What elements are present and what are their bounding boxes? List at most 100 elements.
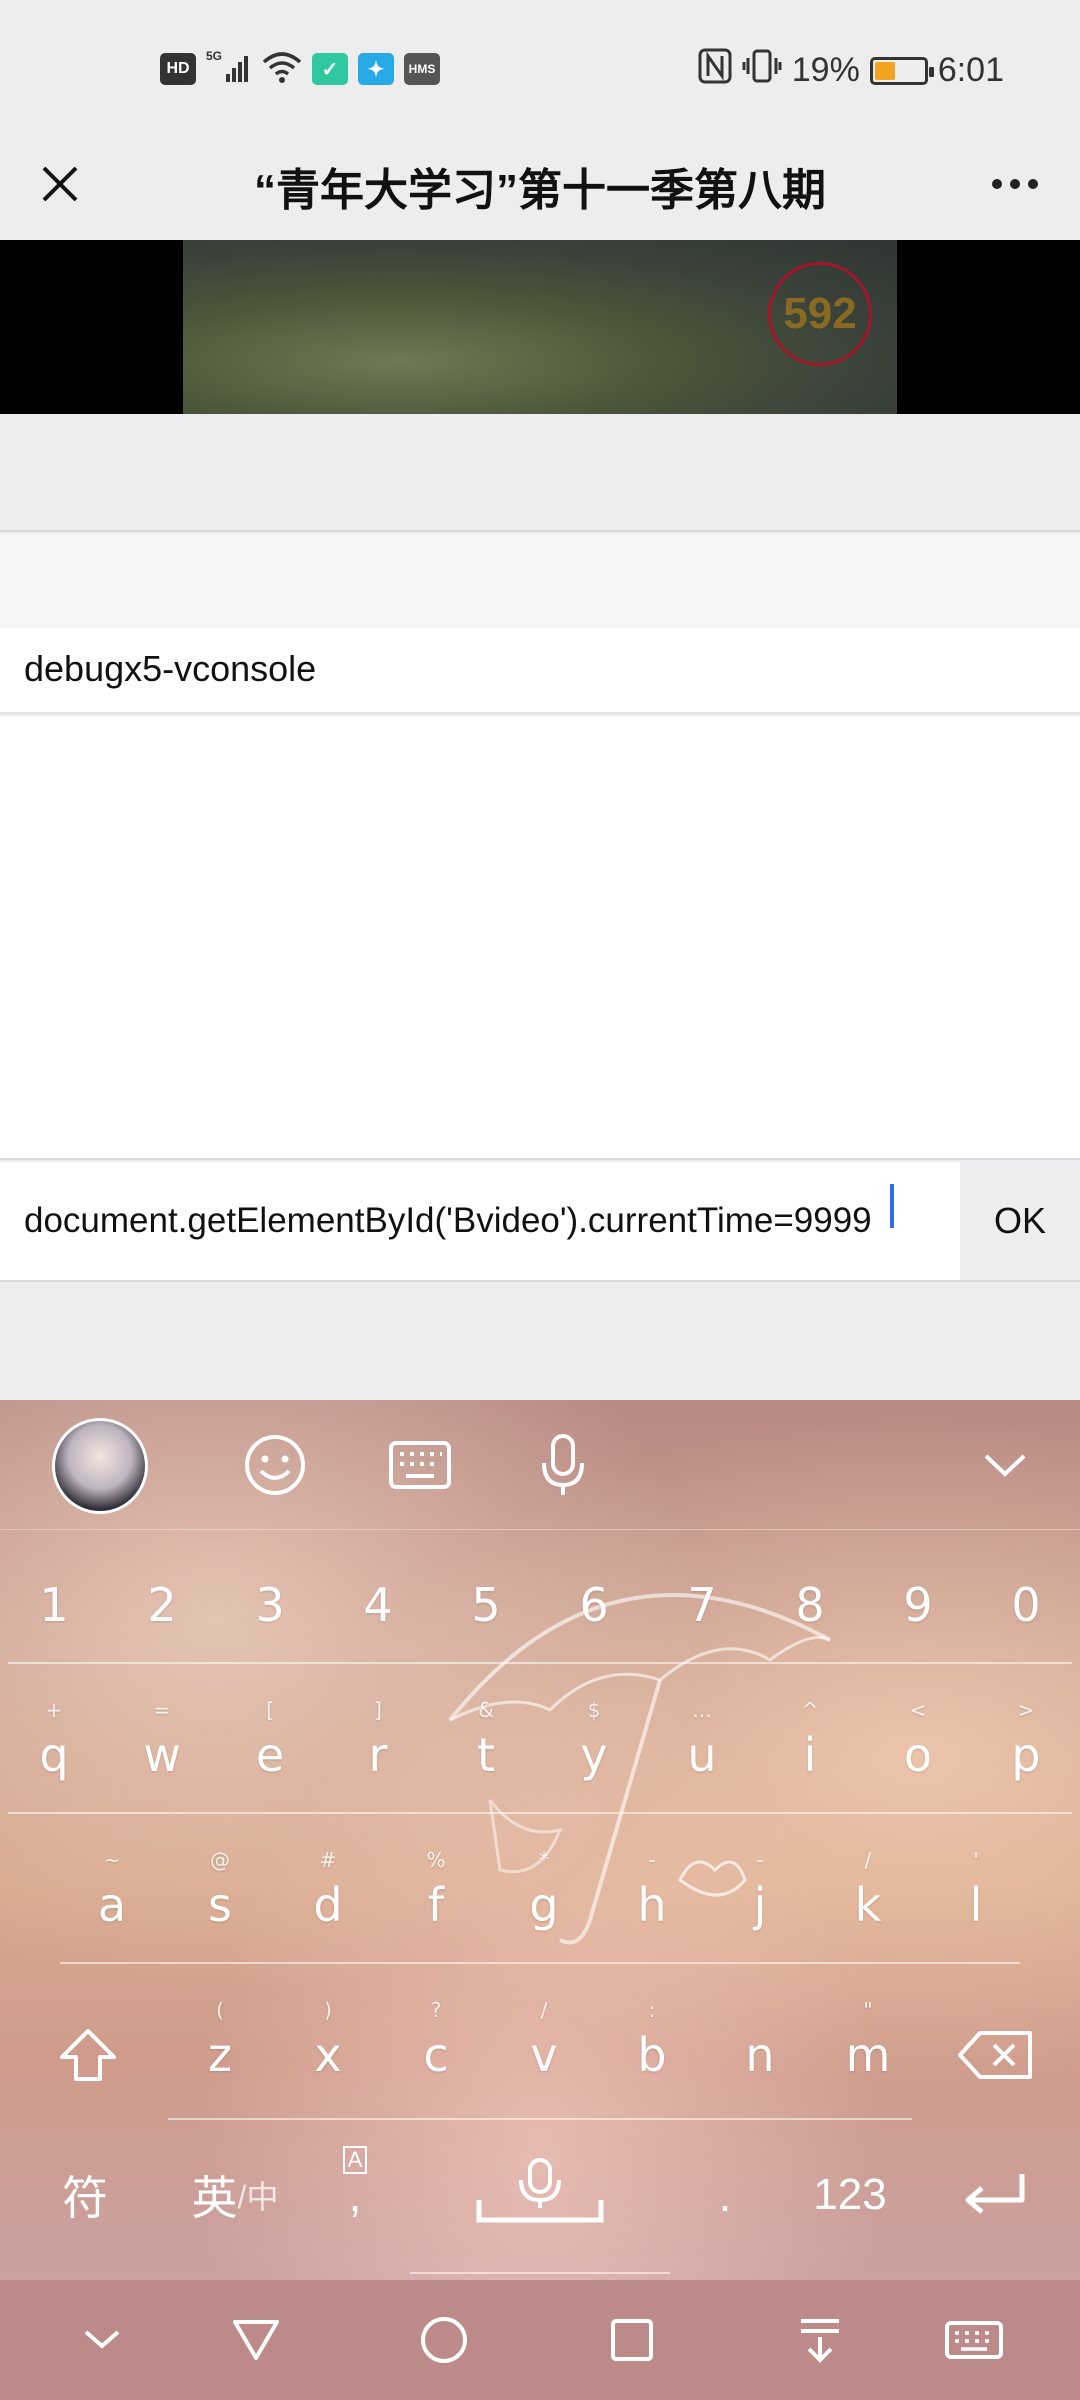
key-4[interactable]: 4	[324, 1530, 432, 1680]
microphone-icon[interactable]	[528, 1430, 598, 1500]
key-3[interactable]: 3	[216, 1530, 324, 1680]
key-l[interactable]: ' l	[922, 1830, 1030, 1980]
key-w[interactable]: = w	[108, 1680, 216, 1830]
row-divider	[410, 2272, 670, 2274]
key-8[interactable]: 8	[756, 1530, 864, 1680]
keyboard-bottom-row: 符 英/中 A , . 123	[0, 2130, 1080, 2280]
key-k[interactable]: / k	[814, 1830, 922, 1980]
ok-button[interactable]: OK	[960, 1162, 1080, 1280]
collapse-keyboard-icon[interactable]	[970, 1430, 1040, 1500]
number-row: 1 2 3 4 5 6 7 8 9 0	[0, 1530, 1080, 1680]
video-frame: 592	[183, 240, 897, 414]
comma-key[interactable]: A ,	[320, 2130, 390, 2260]
status-right-icons: 19% 6:01	[698, 48, 1004, 93]
letter-row-z: (z ) x ? c / v :b n " m	[166, 1980, 926, 2130]
space-key[interactable]	[410, 2130, 670, 2260]
key-label: 2	[147, 1578, 177, 1632]
download-icon[interactable]	[790, 2310, 850, 2370]
key-hint: &	[478, 1698, 494, 1722]
key-hint: ^	[801, 1698, 819, 1722]
key-5[interactable]: 5	[432, 1530, 540, 1680]
back-icon[interactable]	[226, 2310, 286, 2370]
key-d[interactable]: # d	[274, 1830, 382, 1980]
key-label: 英	[191, 2172, 238, 2224]
key-hint: :	[648, 1998, 656, 2022]
more-icon-dot	[1028, 179, 1038, 189]
key-z[interactable]: (z	[166, 1980, 274, 2130]
key-9[interactable]: 9	[864, 1530, 972, 1680]
key-hint: -	[756, 1848, 764, 1872]
emoji-icon[interactable]	[240, 1430, 310, 1500]
video-player[interactable]: 592	[0, 240, 1080, 414]
key-hint: '	[973, 1848, 979, 1872]
key-i[interactable]: ^ i	[756, 1680, 864, 1830]
key-j[interactable]: -j	[706, 1830, 814, 1980]
keyboard-icon[interactable]	[944, 2310, 1004, 2370]
key-h[interactable]: -h	[598, 1830, 706, 1980]
enter-key[interactable]	[940, 2130, 1050, 2260]
home-icon[interactable]	[414, 2310, 474, 2370]
symbols-key[interactable]: 符	[30, 2130, 140, 2260]
key-7[interactable]: 7	[648, 1530, 756, 1680]
key-m[interactable]: " m	[814, 1980, 922, 2130]
key-hint: @	[210, 1848, 230, 1872]
signal-icon: 5G	[206, 48, 252, 90]
key-6[interactable]: 6	[540, 1530, 648, 1680]
key-o[interactable]: < o	[864, 1680, 972, 1830]
key-s[interactable]: @ s	[166, 1830, 274, 1980]
period-key[interactable]: .	[690, 2130, 760, 2260]
letter-row-q: + q = w [e ] r & t $ y … u ^ i < o > p	[0, 1680, 1080, 1830]
key-label: .	[718, 2169, 732, 2221]
language-switch-key[interactable]: 英/中	[170, 2130, 300, 2260]
key-b[interactable]: :b	[598, 1980, 706, 2130]
numbers-key[interactable]: 123	[790, 2130, 910, 2260]
row-divider	[8, 1812, 1072, 1814]
row-divider	[168, 2118, 912, 2120]
key-v[interactable]: / v	[490, 1980, 598, 2130]
keyboard-layout-icon[interactable]	[385, 1430, 455, 1500]
key-q[interactable]: + q	[0, 1680, 108, 1830]
key-r[interactable]: ] r	[324, 1680, 432, 1830]
key-g[interactable]: * g	[490, 1830, 598, 1980]
key-y[interactable]: $ y	[540, 1680, 648, 1830]
key-label: g	[529, 1878, 559, 1932]
avatar[interactable]	[52, 1418, 148, 1514]
key-n[interactable]: n	[706, 1980, 814, 2130]
row-divider	[60, 1962, 1020, 1964]
key-t[interactable]: & t	[432, 1680, 540, 1830]
key-u[interactable]: … u	[648, 1680, 756, 1830]
key-label: 7	[687, 1578, 717, 1632]
console-command-input[interactable]	[0, 1162, 960, 1280]
key-2[interactable]: 2	[108, 1530, 216, 1680]
key-0[interactable]: 0	[972, 1530, 1080, 1680]
letter-row-a: ~ a @ s # d % f * g -h -j / k ' l	[0, 1830, 1080, 1980]
key-p[interactable]: > p	[972, 1680, 1080, 1830]
key-c[interactable]: ? c	[382, 1980, 490, 2130]
soft-keyboard: 1 2 3 4 5 6 7 8 9 0 + q = w [e ] r & t $ y … u…	[0, 1400, 1080, 2280]
console-log-area[interactable]	[0, 716, 1080, 1160]
clock: 6:01	[937, 51, 1004, 89]
key-hint: <	[909, 1698, 927, 1722]
recents-icon[interactable]	[602, 2310, 662, 2370]
key-label: ,	[348, 2169, 362, 2221]
key-hint: /	[540, 1998, 548, 2022]
shift-icon	[60, 2029, 116, 2081]
backspace-key[interactable]	[936, 1980, 1056, 2130]
key-a[interactable]: ~ a	[58, 1830, 166, 1980]
more-button[interactable]	[980, 152, 1050, 216]
lightbulb-icon: ✦	[358, 53, 394, 85]
row-divider	[8, 1662, 1072, 1664]
vibrate-icon	[742, 48, 782, 93]
battery-percent: 19%	[791, 51, 860, 89]
key-e[interactable]: [e	[216, 1680, 324, 1830]
key-1[interactable]: 1	[0, 1530, 108, 1680]
key-label: 4	[363, 1578, 393, 1632]
key-f[interactable]: % f	[382, 1830, 490, 1980]
key-hint: ?	[430, 1998, 442, 2022]
shift-key[interactable]	[28, 1980, 148, 2130]
key-x[interactable]: ) x	[274, 1980, 382, 2130]
key-label: 5	[471, 1578, 501, 1632]
chevron-down-icon[interactable]	[72, 2310, 132, 2370]
input-mode-icon: A	[342, 2146, 368, 2174]
key-label: b	[637, 2028, 667, 2082]
